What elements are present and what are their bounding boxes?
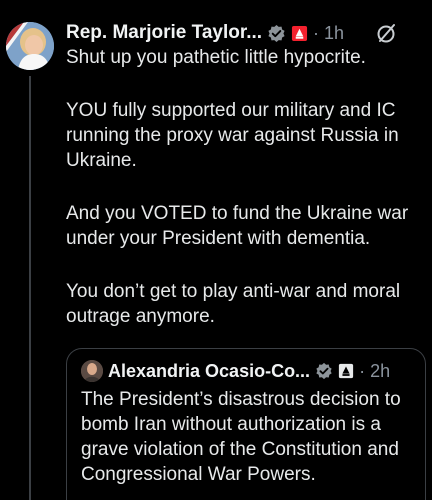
quoted-timestamp[interactable]: 2h: [370, 361, 390, 382]
tweet-paragraph: YOU fully supported our military and IC …: [66, 100, 404, 171]
quoted-tweet-header: Alexandria Ocasio-Co... · 2h: [81, 357, 415, 385]
tweet-paragraph: You don’t get to play anti-war and moral…: [66, 281, 406, 327]
tweet-text: Shut up you pathetic little hypocrite. Y…: [66, 45, 422, 357]
avatar[interactable]: [6, 22, 54, 70]
quoted-tweet-text: The President’s disastrous decision to b…: [81, 389, 406, 485]
quoted-tweet-card[interactable]: Alexandria Ocasio-Co... · 2h The Preside…: [66, 348, 426, 500]
quoted-avatar[interactable]: [81, 360, 103, 382]
separator: ·: [313, 22, 320, 43]
quoted-author-name[interactable]: Alexandria Ocasio-Co...: [108, 361, 310, 382]
timestamp[interactable]: 1h: [324, 23, 344, 44]
tweet-screenshot: Rep. Marjorie Taylor... · 1h Shut up you…: [0, 0, 432, 500]
tweet-paragraph: Shut up you pathetic little hypocrite.: [66, 47, 366, 68]
verified-badge-icon: [267, 24, 286, 43]
government-affiliation-icon[interactable]: [291, 25, 308, 42]
verified-badge-icon: [315, 362, 333, 380]
tweet-paragraph: And you VOTED to fund the Ukraine war un…: [66, 203, 414, 249]
separator: ·: [359, 360, 366, 381]
grok-icon[interactable]: [376, 22, 398, 44]
author-name[interactable]: Rep. Marjorie Taylor...: [66, 22, 262, 44]
thread-line: [29, 76, 31, 500]
government-affiliation-icon[interactable]: [338, 363, 354, 379]
tweet-header: Rep. Marjorie Taylor... · 1h: [66, 20, 344, 46]
